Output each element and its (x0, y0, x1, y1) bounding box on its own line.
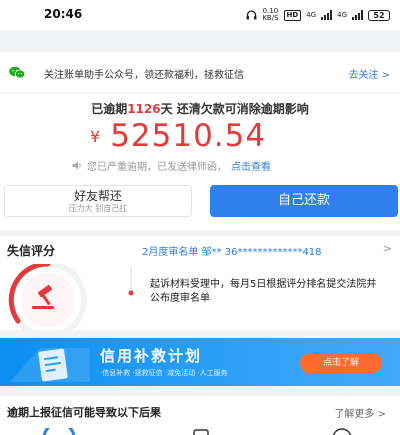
status-bar: 20:46 0.10 KB/S HD 4G 4G 52 (0, 0, 400, 30)
chevron-right-icon[interactable]: > (383, 242, 392, 255)
battery-icon: 52 (368, 9, 390, 21)
network-type-1: 4G (306, 11, 317, 19)
notice-text: 关注账单助手公众号，领还款福利，拯救征信 (44, 70, 244, 81)
consequence-section: 逾期上报征信可能导致以下后果 了解更多 > (0, 396, 400, 435)
headphones-icon (246, 10, 257, 20)
warning-line: 您已严重逾期，已发送律师函， 点击查看 (72, 158, 271, 173)
blacklist-info[interactable]: 2月度审名单 邹** 36*************418 (142, 243, 322, 258)
view-letter-link[interactable]: 点击查看 (231, 158, 271, 173)
wechat-icon (9, 66, 25, 79)
hd-badge: HD (283, 9, 302, 21)
overdue-card: 已逾期1126天 还清欠款可消除逾期影响 ¥ 52510.54 您已严重逾期，已… (0, 94, 400, 230)
currency-symbol: ¥ (90, 127, 101, 146)
consequence-icon-3 (332, 428, 352, 435)
credit-score-section: 失信评分 2月度审名单 邹** 36*************418 > 起诉材… (0, 236, 400, 330)
banner-title: 信用补救计划 (100, 347, 203, 365)
document-illustration-icon (10, 348, 90, 382)
speaker-icon (72, 161, 81, 170)
progress-timeline (128, 266, 134, 296)
status-time: 20:46 (44, 7, 83, 21)
status-icons: 0.10 KB/S HD 4G 4G 52 (246, 8, 390, 22)
follow-link[interactable]: 去关注 > (348, 66, 390, 81)
banner-subtitle: ·信息补救 ·拯救征信 ·减免活动 ·人工服务 (100, 369, 228, 377)
learn-more-link[interactable]: 了解更多 > (334, 405, 386, 420)
overdue-amount: ¥ 52510.54 (90, 114, 266, 154)
signal-icon-2 (352, 10, 363, 20)
credit-rescue-banner[interactable]: 信用补救计划 ·信息补救 ·拯救征信 ·减免活动 ·人工服务 点击了解 (0, 338, 400, 386)
network-type-2: 4G (337, 11, 347, 19)
speed-unit: KB/S (262, 14, 279, 22)
consequence-icon-2 (193, 429, 209, 435)
amount-value: 52510.54 (110, 118, 267, 154)
friend-pay-subtitle: 压力大 别自己扛 (68, 204, 128, 213)
follow-notice[interactable]: 关注账单助手公众号，领还款福利，拯救征信 去关注 > (0, 52, 400, 92)
warning-text: 您已严重逾期，已发送律师函， (87, 162, 227, 173)
self-pay-button[interactable]: 自己还款 (210, 185, 398, 217)
credit-score-title: 失信评分 (7, 244, 56, 258)
signal-icon (321, 10, 333, 20)
friend-pay-title: 好友帮还 (73, 189, 122, 203)
consequence-title: 逾期上报征信可能导致以下后果 (7, 406, 161, 419)
network-speed: 0.10 KB/S (262, 8, 278, 22)
consequence-icon-1 (42, 428, 76, 435)
learn-more-button[interactable]: 点击了解 (300, 353, 382, 373)
score-gauge (8, 264, 87, 330)
friend-pay-button[interactable]: 好友帮还 压力大 别自己扛 (4, 185, 192, 217)
credit-description: 起诉材料受理中，每月5日根据评分排名提交法院并公布度审名单 (150, 279, 377, 304)
